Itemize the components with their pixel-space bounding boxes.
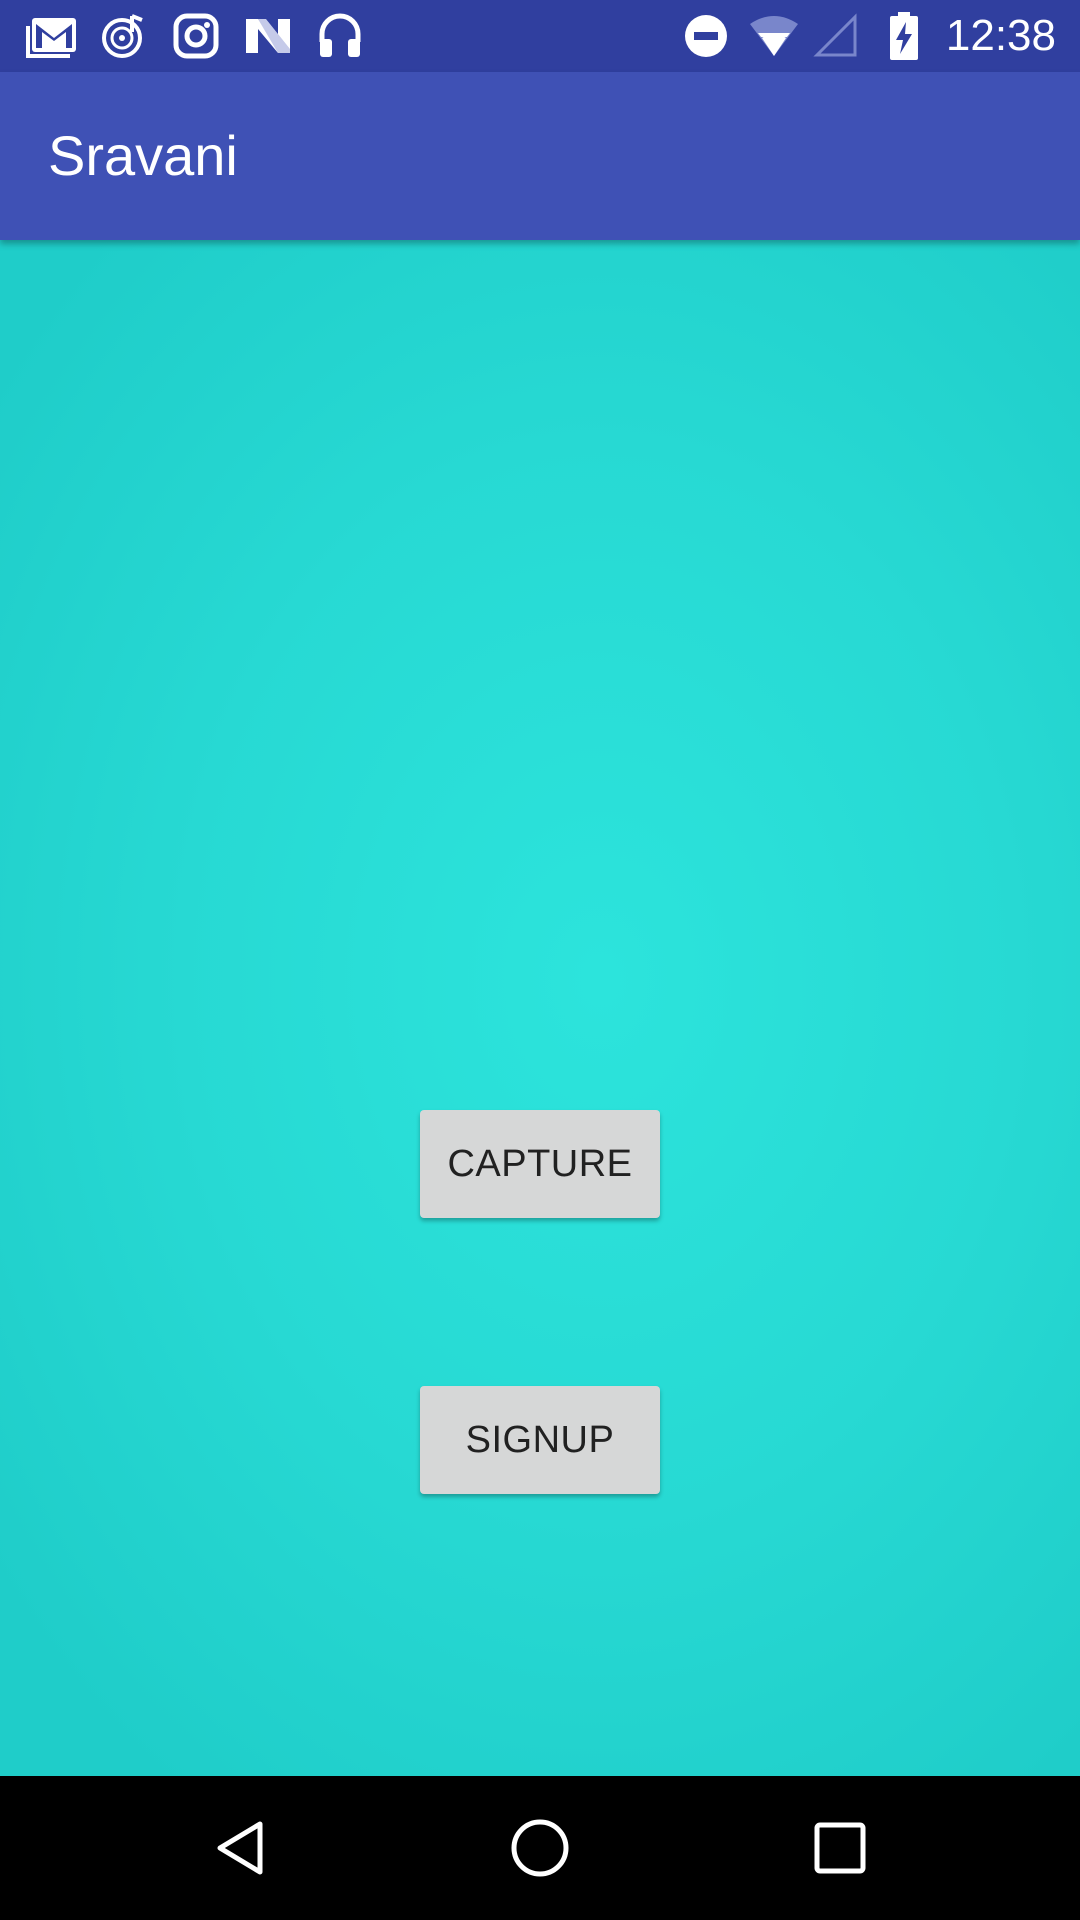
cell-signal-icon xyxy=(810,12,862,60)
status-bar: 12:38 xyxy=(0,0,1080,72)
app-bar: Sravani xyxy=(0,72,1080,240)
capture-button[interactable]: CAPTURE xyxy=(420,1110,660,1218)
signup-button[interactable]: SIGNUP xyxy=(420,1386,660,1494)
navigation-bar xyxy=(0,1776,1080,1920)
screen: 12:38 Sravani CAPTURE SIGNUP xyxy=(0,0,1080,1920)
gmail-icon xyxy=(26,12,78,60)
headphones-icon xyxy=(314,12,366,60)
status-time: 12:38 xyxy=(945,11,1056,60)
app-title: Sravani xyxy=(48,124,238,187)
wifi-icon xyxy=(748,12,800,60)
home-icon[interactable] xyxy=(490,1798,590,1898)
n-app-icon xyxy=(242,12,294,60)
main-content: CAPTURE SIGNUP xyxy=(0,240,1080,1776)
back-icon[interactable] xyxy=(190,1798,290,1898)
music-player-icon xyxy=(98,12,150,60)
do-not-disturb-icon xyxy=(680,12,732,60)
battery-charging-icon xyxy=(878,12,930,60)
instagram-icon xyxy=(170,12,222,60)
recents-icon[interactable] xyxy=(790,1798,890,1898)
